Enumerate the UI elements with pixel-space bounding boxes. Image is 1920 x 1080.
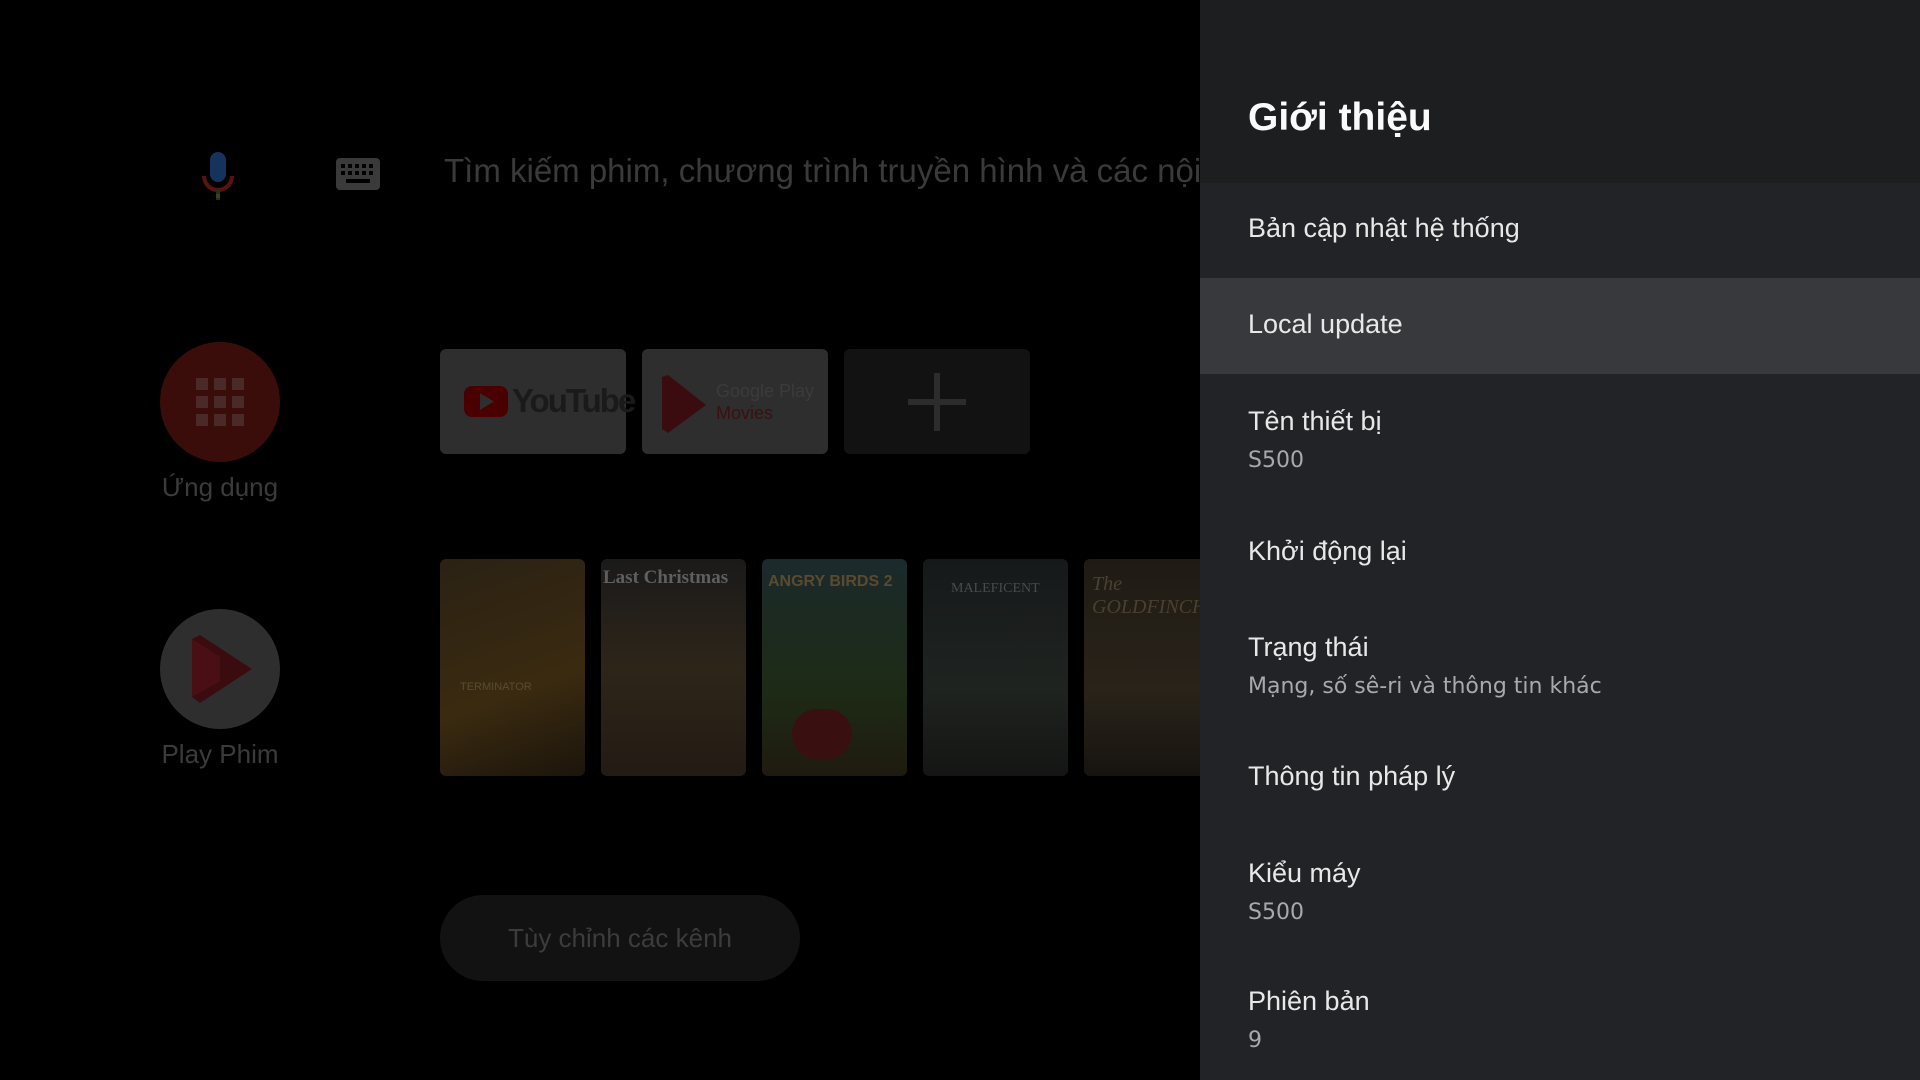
menu-item-title: Trạng thái: [1248, 632, 1369, 662]
keyboard-icon[interactable]: [336, 158, 380, 190]
home-screen-background: Tìm kiếm phim, chương trình truyền hình …: [0, 0, 1200, 1080]
play-movies-icon: [160, 609, 280, 729]
menu-item-title: Phiên bản: [1248, 986, 1370, 1016]
youtube-tile[interactable]: YouTube: [440, 349, 636, 454]
poster-goldfinch[interactable]: The GOLDFINCH: [1084, 559, 1200, 776]
menu-item-device-name[interactable]: Tên thiết bị S500: [1200, 374, 1920, 504]
google-play-label: Google Play: [716, 381, 815, 401]
play-movies-label: Play Phim: [161, 739, 279, 769]
customize-channels-button[interactable]: Tùy chỉnh các kênh: [440, 895, 800, 981]
menu-item-title: Local update: [1248, 309, 1403, 339]
poster-terminator[interactable]: TERMINATOR: [440, 559, 585, 776]
menu-item-title: Khởi động lại: [1248, 536, 1407, 566]
menu-item-title: Tên thiết bị: [1248, 406, 1382, 436]
menu-item-title: Bản cập nhật hệ thống: [1248, 213, 1520, 243]
mic-icon[interactable]: [196, 150, 240, 208]
menu-item-system-update[interactable]: Bản cập nhật hệ thống: [1200, 183, 1920, 278]
menu-item-model[interactable]: Kiểu máy S500: [1200, 826, 1920, 956]
youtube-label: YouTube: [512, 382, 636, 419]
play-movies-launcher[interactable]: Play Phim: [140, 609, 300, 770]
menu-item-title: Kiểu máy: [1248, 858, 1361, 888]
menu-item-restart[interactable]: Khởi động lại: [1200, 504, 1920, 600]
poster-title: Last Christmas: [603, 567, 729, 588]
search-bar[interactable]: Tìm kiếm phim, chương trình truyền hình …: [0, 140, 1200, 204]
poster-title: ANGRY BIRDS 2: [768, 573, 893, 590]
panel-header: Giới thiệu: [1200, 0, 1920, 183]
poster-angry-birds[interactable]: ANGRY BIRDS 2: [762, 559, 907, 776]
menu-item-legal-info[interactable]: Thông tin pháp lý: [1200, 730, 1920, 826]
menu-item-local-update[interactable]: Local update: [1200, 278, 1920, 374]
apps-label: Ứng dụng: [161, 472, 279, 502]
menu-item-version[interactable]: Phiên bản 9: [1200, 956, 1920, 1080]
menu-item-subtitle: S500: [1248, 448, 1304, 473]
menu-item-status[interactable]: Trạng thái Mạng, số sê-ri và thông tin k…: [1200, 600, 1920, 730]
apps-launcher[interactable]: Ứng dụng: [140, 342, 300, 503]
poster-last-christmas[interactable]: Last Christmas: [601, 559, 746, 776]
panel-title: Giới thiệu: [1248, 96, 1432, 139]
menu-item-subtitle: S500: [1248, 900, 1304, 925]
poster-title: TERMINATOR: [460, 681, 532, 693]
apps-grid-icon: [160, 342, 280, 462]
menu-item-title: Thông tin pháp lý: [1248, 761, 1456, 791]
poster-maleficent[interactable]: MALEFICENT: [923, 559, 1068, 776]
menu-item-subtitle: Mạng, số sê-ri và thông tin khác: [1248, 674, 1602, 699]
google-play-movies-tile[interactable]: Google Play Movies: [642, 349, 828, 454]
poster-title: The GOLDFINCH: [1092, 573, 1200, 618]
movies-label: Movies: [716, 403, 774, 423]
poster-title: MALEFICENT: [951, 581, 1040, 596]
search-placeholder: Tìm kiếm phim, chương trình truyền hình …: [444, 152, 1200, 189]
add-app-tile[interactable]: [844, 349, 1030, 454]
plus-icon: [908, 373, 966, 431]
about-settings-panel: Giới thiệu Bản cập nhật hệ thống Local u…: [1200, 0, 1920, 1080]
menu-item-subtitle: 9: [1248, 1028, 1262, 1053]
